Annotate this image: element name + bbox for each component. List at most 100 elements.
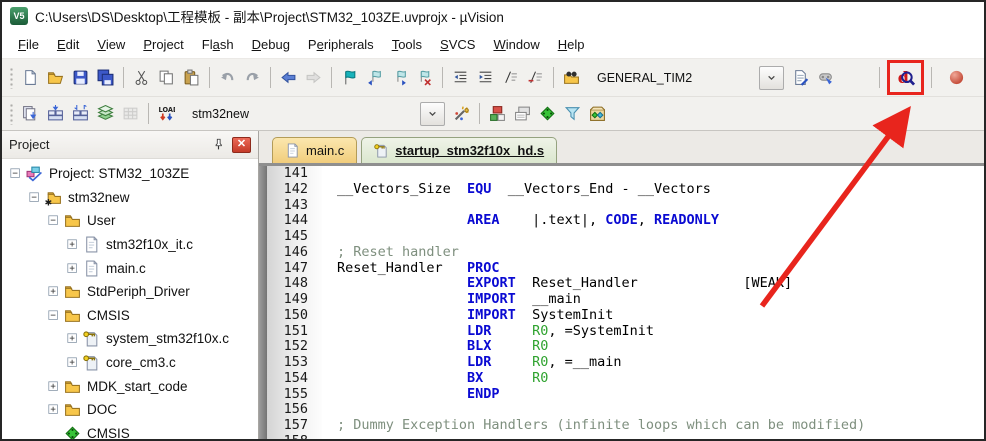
- menu-help[interactable]: Help: [549, 33, 594, 56]
- tree-item-doc[interactable]: DOC: [2, 398, 258, 422]
- menu-tools[interactable]: Tools: [383, 33, 431, 56]
- bookmark-prev-button[interactable]: [362, 65, 387, 90]
- menu-project[interactable]: Project: [134, 33, 192, 56]
- build-button[interactable]: [43, 101, 68, 126]
- tree-item-stm32new[interactable]: stm32new: [2, 186, 258, 210]
- code-line-150[interactable]: 150 IMPORT SystemInit: [267, 308, 984, 324]
- code-line-149[interactable]: 149 IMPORT __main: [267, 292, 984, 308]
- code-line-155[interactable]: 155 ENDP: [267, 387, 984, 403]
- tab-main-c[interactable]: main.c: [272, 137, 357, 163]
- search-combo-dropdown-button[interactable]: [759, 66, 784, 90]
- tree-item-mdk-start-code[interactable]: MDK_start_code: [2, 374, 258, 398]
- code-line-141[interactable]: 141: [267, 166, 984, 182]
- undo-button[interactable]: [215, 65, 240, 90]
- menu-edit[interactable]: Edit: [48, 33, 88, 56]
- code-line-143[interactable]: 143: [267, 198, 984, 214]
- menu-window[interactable]: Window: [484, 33, 548, 56]
- code-line-147[interactable]: 147Reset_Handler PROC: [267, 261, 984, 277]
- tab-startup-stm32f10x-hd-s[interactable]: startup_stm32f10x_hd.s: [361, 137, 557, 163]
- stop-build-button[interactable]: [118, 101, 143, 126]
- search-combo[interactable]: GENERAL_TIM2: [588, 66, 784, 90]
- menu-flash[interactable]: Flash: [193, 33, 243, 56]
- expand-toggle-icon[interactable]: [67, 357, 78, 368]
- manage-rte-button[interactable]: [535, 101, 560, 126]
- tree-item-project-stm32-103ze[interactable]: Project: STM32_103ZE: [2, 162, 258, 186]
- code-editor[interactable]: 141142__Vectors_Size EQU __Vectors_End -…: [267, 166, 984, 441]
- code-line-145[interactable]: 145: [267, 229, 984, 245]
- expand-toggle-icon[interactable]: [67, 333, 78, 344]
- manage-items-button[interactable]: [485, 101, 510, 126]
- copy-button[interactable]: [154, 65, 179, 90]
- code-line-144[interactable]: 144 AREA |.text|, CODE, READONLY: [267, 213, 984, 229]
- translate-button[interactable]: [18, 101, 43, 126]
- file-extensions-button[interactable]: [510, 101, 535, 126]
- code-line-158[interactable]: 158: [267, 434, 984, 441]
- tree-item-user[interactable]: User: [2, 209, 258, 233]
- goto-def-button[interactable]: [813, 65, 838, 90]
- uncomment-button[interactable]: [523, 65, 548, 90]
- batch-build-button[interactable]: [93, 101, 118, 126]
- bookmark-button[interactable]: [337, 65, 362, 90]
- toolbar-separator: [479, 103, 480, 124]
- menu-peripherals[interactable]: Peripherals: [299, 33, 383, 56]
- code-line-152[interactable]: 152 BLX R0: [267, 339, 984, 355]
- code-line-156[interactable]: 156: [267, 402, 984, 418]
- comment-button[interactable]: [498, 65, 523, 90]
- expand-toggle-icon[interactable]: [67, 239, 78, 250]
- breakpoint-button[interactable]: [944, 65, 969, 90]
- expand-toggle-icon[interactable]: [67, 263, 78, 274]
- code-line-154[interactable]: 154 BX R0: [267, 371, 984, 387]
- menu-view[interactable]: View: [88, 33, 134, 56]
- expand-toggle-icon[interactable]: [48, 286, 59, 297]
- code-line-148[interactable]: 148 EXPORT Reset_Handler [WEAK]: [267, 276, 984, 292]
- code-line-142[interactable]: 142__Vectors_Size EQU __Vectors_End - __…: [267, 182, 984, 198]
- close-panel-button[interactable]: ✕: [232, 137, 251, 153]
- toolbar-grip[interactable]: [9, 103, 14, 125]
- redo-button[interactable]: [240, 65, 265, 90]
- collapse-toggle-icon[interactable]: [48, 215, 59, 226]
- code-line-153[interactable]: 153 LDR R0, =__main: [267, 355, 984, 371]
- collapse-toggle-icon[interactable]: [10, 168, 21, 179]
- load-button[interactable]: LOAD: [154, 101, 179, 126]
- options-target-button[interactable]: [449, 101, 474, 126]
- collapse-toggle-icon[interactable]: [29, 192, 40, 203]
- nav-forward-button[interactable]: [301, 65, 326, 90]
- save-button[interactable]: [68, 65, 93, 90]
- target-combo[interactable]: stm32new: [183, 102, 445, 126]
- bookmark-next-button[interactable]: [387, 65, 412, 90]
- tree-item-stdperiph-driver[interactable]: StdPeriph_Driver: [2, 280, 258, 304]
- target-combo-dropdown-button[interactable]: [420, 102, 445, 126]
- collapse-toggle-icon[interactable]: [48, 310, 59, 321]
- tree-item-cmsis[interactable]: CMSIS: [2, 304, 258, 328]
- indent-button[interactable]: [473, 65, 498, 90]
- expand-toggle-icon[interactable]: [48, 404, 59, 415]
- code-line-151[interactable]: 151 LDR R0, =SystemInit: [267, 324, 984, 340]
- cut-button[interactable]: [129, 65, 154, 90]
- pin-button[interactable]: [209, 136, 227, 154]
- tree-item-main-c[interactable]: main.c: [2, 256, 258, 280]
- save-all-button[interactable]: [93, 65, 118, 90]
- pack-installer-button[interactable]: [585, 101, 610, 126]
- nav-back-button[interactable]: [276, 65, 301, 90]
- tree-item-stm32f10x-it-c[interactable]: stm32f10x_it.c: [2, 233, 258, 257]
- expand-toggle-icon[interactable]: [48, 381, 59, 392]
- menu-file[interactable]: File: [9, 33, 48, 56]
- tree-item-core-cm3-c[interactable]: core_cm3.c: [2, 351, 258, 375]
- menu-svcs[interactable]: SVCS: [431, 33, 484, 56]
- bookmark-clear-button[interactable]: [412, 65, 437, 90]
- rebuild-button[interactable]: [68, 101, 93, 126]
- outdent-button[interactable]: [448, 65, 473, 90]
- menu-debug[interactable]: Debug: [243, 33, 299, 56]
- open-folder-button[interactable]: [43, 65, 68, 90]
- code-line-146[interactable]: 146; Reset handler: [267, 245, 984, 261]
- paste-button[interactable]: [179, 65, 204, 90]
- debug-session-button[interactable]: d: [893, 65, 918, 90]
- code-line-157[interactable]: 157; Dummy Exception Handlers (infinite …: [267, 418, 984, 434]
- select-packs-button[interactable]: [560, 101, 585, 126]
- find-in-files-button[interactable]: [559, 65, 584, 90]
- find-next-button[interactable]: [788, 65, 813, 90]
- toolbar-grip[interactable]: [9, 67, 14, 89]
- tree-item-cmsis[interactable]: CMSIS: [2, 422, 258, 441]
- new-file-button[interactable]: [18, 65, 43, 90]
- tree-item-system-stm32f10x-c[interactable]: system_stm32f10x.c: [2, 327, 258, 351]
